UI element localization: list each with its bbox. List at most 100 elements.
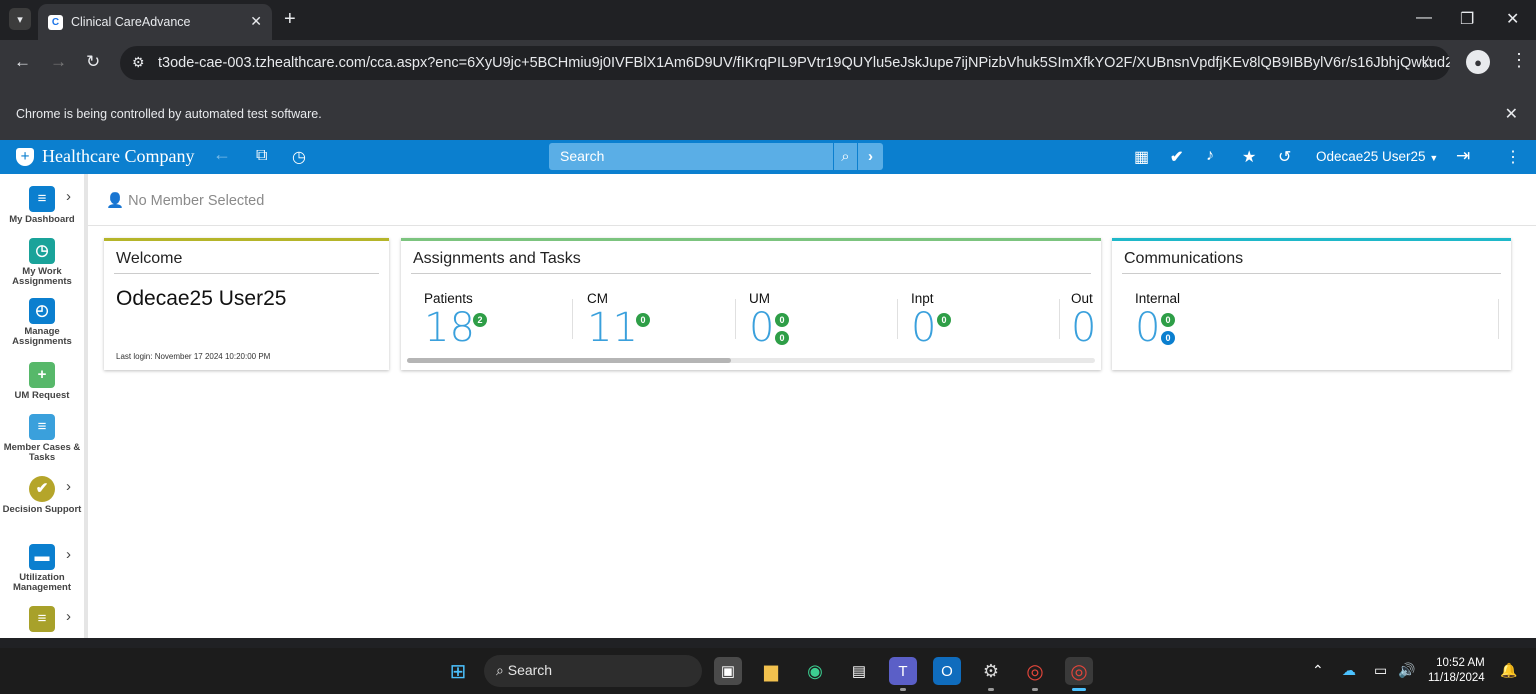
stat-value: 18 bbox=[424, 305, 475, 351]
sidebar-item-my-dashboard[interactable]: ≡ › My Dashboard bbox=[0, 186, 84, 225]
stat-outpt[interactable]: Out 0 bbox=[1071, 291, 1096, 348]
task-view-icon[interactable]: ▣ bbox=[714, 657, 742, 685]
star-icon[interactable]: ★ bbox=[1242, 147, 1256, 167]
stat-inpt[interactable]: Inpt 0 0 bbox=[911, 291, 951, 348]
clock-time: 10:52 AM bbox=[1436, 657, 1485, 669]
teams-icon[interactable]: T bbox=[889, 657, 917, 685]
sidebar-item-manage-assignments[interactable]: ◴ Manage Assignments bbox=[0, 298, 84, 347]
stat-cm[interactable]: CM 11 0 bbox=[587, 291, 650, 348]
taskbar-clock[interactable]: 10:52 AM 11/18/2024 bbox=[1428, 656, 1485, 686]
copy-add-icon[interactable]: ⧉ bbox=[256, 147, 267, 165]
tab-search-button[interactable]: ▾ bbox=[9, 8, 31, 30]
count-badge[interactable]: 0 bbox=[636, 313, 650, 327]
app-search[interactable]: Search ⌕ › bbox=[549, 143, 883, 170]
file-explorer-icon[interactable]: ▆ bbox=[757, 657, 785, 685]
browser-tab[interactable]: C Clinical CareAdvance ✕ bbox=[38, 4, 272, 40]
site-info-icon[interactable]: ⚙ bbox=[132, 54, 145, 71]
volume-icon[interactable]: 🔊 bbox=[1398, 662, 1415, 679]
document-icon: ≡ bbox=[29, 606, 55, 632]
search-input[interactable]: Search bbox=[560, 148, 604, 164]
minimize-icon[interactable]: — bbox=[1416, 9, 1432, 27]
count-badge[interactable]: 0 bbox=[1161, 313, 1175, 327]
tray-chevron-icon[interactable]: ⌃ bbox=[1312, 662, 1324, 679]
communications-card: Communications Internal 0 0 0 bbox=[1112, 238, 1511, 370]
reload-icon[interactable]: ↻ bbox=[86, 52, 100, 72]
back-icon[interactable]: ← bbox=[14, 52, 31, 72]
running-indicator bbox=[900, 688, 906, 691]
divider bbox=[1122, 273, 1501, 274]
settings-gear-icon[interactable]: ⚙ bbox=[977, 657, 1005, 685]
count-badge[interactable]: 0 bbox=[775, 331, 789, 345]
back-arrow-icon[interactable]: ← bbox=[213, 144, 231, 165]
chevron-right-icon: › bbox=[66, 478, 71, 495]
horizontal-scrollbar[interactable] bbox=[407, 358, 1095, 363]
edge-browser-icon[interactable]: ◉ bbox=[801, 657, 829, 685]
app-header: + Healthcare Company ← ⧉ ◷ Search ⌕ › ▦ … bbox=[0, 140, 1536, 174]
count-badge[interactable]: 0 bbox=[937, 313, 951, 327]
browser-menu-icon[interactable]: ⋮ bbox=[1510, 50, 1528, 71]
more-vertical-icon[interactable]: ⋮ bbox=[1505, 147, 1521, 167]
sidebar-item-documents[interactable]: ≡ › bbox=[0, 606, 84, 635]
history-icon[interactable]: ↺ bbox=[1278, 147, 1291, 167]
stat-patients[interactable]: Patients 18 2 bbox=[424, 291, 487, 351]
window-close-icon[interactable]: ✕ bbox=[1506, 9, 1519, 29]
stat-label: CM bbox=[587, 291, 608, 306]
running-indicator bbox=[988, 688, 994, 691]
sidebar-item-my-work-assignments[interactable]: ◷ My Work Assignments bbox=[0, 238, 84, 287]
windows-start-icon[interactable]: ⊞ bbox=[444, 657, 472, 685]
notification-bell-icon[interactable]: 🔔 bbox=[1500, 662, 1517, 679]
bell-icon[interactable]: ♪ bbox=[1206, 147, 1214, 165]
count-badge[interactable]: 0 bbox=[1161, 331, 1175, 345]
taskbar-search[interactable]: ⌕ Search bbox=[484, 655, 702, 687]
chrome-active-icon[interactable]: ◎ bbox=[1065, 657, 1093, 685]
sidebar-item-um-request[interactable]: + UM Request bbox=[0, 362, 84, 401]
chevron-right-icon[interactable]: › bbox=[857, 143, 883, 170]
tab-close-icon[interactable]: ✕ bbox=[250, 13, 262, 30]
clipboard-clock-icon: ◴ bbox=[29, 298, 55, 324]
store-icon[interactable]: ▤ bbox=[845, 657, 873, 685]
infobar-close-icon[interactable]: ✕ bbox=[1505, 104, 1518, 124]
sidebar-item-decision-support[interactable]: ✔ › Decision Support bbox=[0, 476, 84, 515]
count-badge[interactable]: 2 bbox=[473, 313, 487, 327]
search-icon[interactable]: ⌕ bbox=[833, 143, 857, 170]
url-text: t3ode-cae-003.tzhealthcare.com/cca.aspx?… bbox=[158, 55, 1450, 71]
user-menu[interactable]: Odecae25 User25 ▼ bbox=[1316, 149, 1438, 164]
os-taskbar: ⊞ ⌕ Search ▣ ▆ ◉ ▤ T O ⚙ ◎ ◎ ⌃ ☁ ▭ 🔊 10:… bbox=[0, 648, 1536, 694]
welcome-user-name: Odecae25 User25 bbox=[116, 287, 287, 310]
chevron-right-icon: › bbox=[66, 188, 71, 205]
document-icon: ≡ bbox=[29, 186, 55, 212]
divider bbox=[1498, 299, 1499, 339]
checkmark-icon[interactable]: ✔ bbox=[1170, 147, 1183, 167]
logout-icon[interactable]: ⇥ bbox=[1456, 146, 1470, 166]
last-login: Last login: November 17 2024 10:20:00 PM bbox=[116, 352, 271, 361]
forward-icon[interactable]: → bbox=[50, 52, 67, 72]
onedrive-icon[interactable]: ☁ bbox=[1342, 662, 1356, 679]
sidebar-item-utilization-management[interactable]: ▬ › Utilization Management bbox=[0, 544, 84, 593]
sidebar-item-label: Decision Support bbox=[2, 504, 82, 515]
scrollbar-thumb[interactable] bbox=[407, 358, 731, 363]
sidebar-item-member-cases-tasks[interactable]: ≡ Member Cases & Tasks bbox=[0, 414, 84, 463]
member-status: No Member Selected bbox=[128, 193, 265, 209]
stat-internal[interactable]: Internal 0 0 0 bbox=[1135, 291, 1180, 348]
calendar-icon[interactable]: ▦ bbox=[1134, 147, 1149, 167]
sidebar-item-label: Manage Assignments bbox=[12, 326, 72, 347]
network-icon[interactable]: ▭ bbox=[1374, 662, 1387, 679]
automation-infobar: Chrome is being controlled by automated … bbox=[0, 86, 1536, 140]
restore-icon[interactable]: ❐ bbox=[1460, 9, 1474, 29]
new-tab-icon[interactable]: + bbox=[284, 9, 296, 29]
brand[interactable]: + Healthcare Company bbox=[16, 146, 194, 167]
stat-um[interactable]: UM 0 0 0 bbox=[749, 291, 789, 348]
address-bar[interactable]: ⚙ t3ode-cae-003.tzhealthcare.com/cca.asp… bbox=[120, 46, 1450, 80]
assignments-card: Assignments and Tasks Patients 18 2 CM 1… bbox=[401, 238, 1101, 370]
sidebar-item-label: Utilization Management bbox=[12, 572, 72, 593]
chrome-icon[interactable]: ◎ bbox=[1021, 657, 1049, 685]
task-clock-icon: ◷ bbox=[29, 238, 55, 264]
count-badge[interactable]: 0 bbox=[775, 313, 789, 327]
profile-icon[interactable]: ● bbox=[1466, 50, 1490, 74]
bookmark-star-icon[interactable]: ☆ bbox=[1421, 53, 1436, 73]
chevron-right-icon: › bbox=[66, 608, 71, 625]
divider bbox=[114, 273, 379, 274]
outlook-icon[interactable]: O bbox=[933, 657, 961, 685]
clock-icon[interactable]: ◷ bbox=[292, 147, 306, 167]
shield-cross-icon: + bbox=[16, 147, 34, 166]
